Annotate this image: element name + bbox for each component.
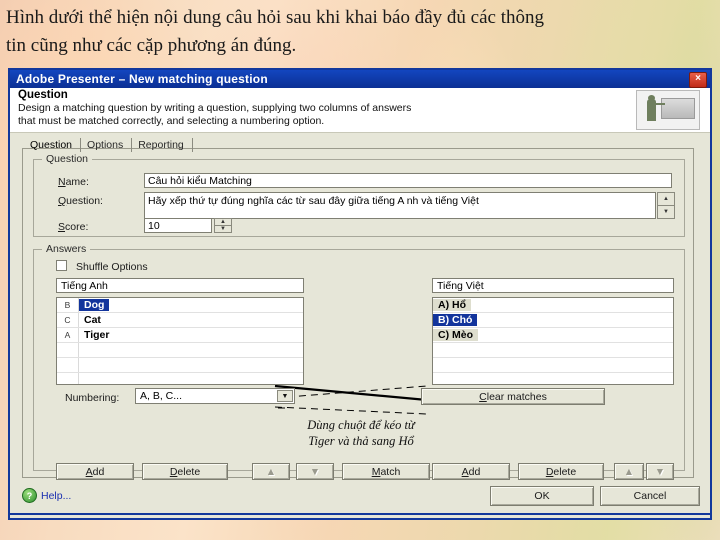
question-group: Question Name: Câu hỏi kiểu Matching Que… bbox=[33, 153, 685, 237]
help-label: Help... bbox=[41, 489, 72, 502]
answers-group: Answers Shuffle Options Tiếng Anh B Dog … bbox=[33, 243, 685, 480]
tab-strip: Question Options Reporting bbox=[24, 136, 193, 152]
drag-instruction-line-2: Tiger và thả sang Hổ bbox=[308, 434, 414, 449]
help-icon: ? bbox=[22, 488, 37, 503]
left-add-button[interactable]: Add bbox=[56, 463, 134, 480]
question-textarea[interactable]: Hãy xếp thứ tự đúng nghĩa các từ sau đây… bbox=[144, 192, 656, 219]
list-item-empty[interactable] bbox=[433, 343, 673, 358]
left-item-prefix: B bbox=[57, 298, 79, 312]
left-answers-list[interactable]: B Dog C Cat A Tiger bbox=[56, 297, 304, 385]
banner-description-line-1: Design a matching question by writing a … bbox=[18, 102, 412, 114]
clear-matches-label: Clear matches bbox=[479, 390, 547, 403]
dialog-banner: Question Design a matching question by w… bbox=[10, 88, 710, 133]
list-item-empty[interactable] bbox=[57, 373, 303, 384]
list-item[interactable]: B) Chó bbox=[433, 313, 673, 328]
banner-title: Question bbox=[18, 89, 68, 101]
score-input[interactable]: 10 bbox=[144, 218, 212, 233]
left-item-label: Dog bbox=[79, 299, 110, 311]
shuffle-options-label: Shuffle Options bbox=[76, 261, 148, 273]
page-title-line-2: tin cũng như các cặp phương án đúng. bbox=[6, 34, 297, 56]
dialog-footer: ? Help... OK Cancel bbox=[10, 480, 710, 518]
right-delete-button[interactable]: Delete bbox=[518, 463, 604, 480]
list-item-empty[interactable] bbox=[57, 343, 303, 358]
tab-reporting[interactable]: Reporting bbox=[132, 138, 193, 152]
numbering-select-value: A, B, C... bbox=[140, 390, 183, 402]
left-delete-button[interactable]: Delete bbox=[142, 463, 228, 480]
numbering-label: Numbering: bbox=[65, 392, 120, 404]
list-item[interactable]: A Tiger bbox=[57, 328, 303, 343]
list-item-empty[interactable] bbox=[433, 358, 673, 373]
banner-description-line-2: that must be matched correctly, and sele… bbox=[18, 115, 325, 128]
right-item-label: A) Hổ bbox=[433, 299, 471, 311]
right-answers-list[interactable]: A) Hổ B) Chó C) Mèo bbox=[432, 297, 674, 385]
name-input[interactable]: Câu hỏi kiểu Matching bbox=[144, 173, 672, 188]
answers-group-legend: Answers bbox=[42, 243, 91, 255]
right-item-label: B) Chó bbox=[433, 314, 478, 326]
right-item-label: C) Mèo bbox=[433, 329, 478, 341]
question-scroll-up-icon[interactable]: ▲ bbox=[658, 193, 674, 206]
right-move-down-button[interactable]: ▼ bbox=[646, 463, 674, 480]
cancel-button[interactable]: Cancel bbox=[600, 486, 700, 506]
left-item-prefix: C bbox=[57, 313, 79, 327]
name-label: Name: bbox=[58, 176, 89, 188]
shuffle-options-checkbox[interactable] bbox=[56, 260, 67, 271]
list-item[interactable]: A) Hổ bbox=[433, 298, 673, 313]
left-item-prefix: A bbox=[57, 328, 79, 342]
left-column-header[interactable]: Tiếng Anh bbox=[56, 278, 304, 293]
presenter-board-icon bbox=[636, 90, 700, 130]
person-arm-shape bbox=[655, 103, 665, 105]
question-tab-panel: Question Name: Câu hỏi kiểu Matching Que… bbox=[22, 148, 694, 480]
numbering-select[interactable]: A, B, C... ▼ bbox=[135, 388, 295, 404]
match-button[interactable]: Match bbox=[342, 463, 430, 480]
tab-question[interactable]: Question bbox=[24, 138, 82, 152]
left-move-up-button[interactable]: ▲ bbox=[252, 463, 290, 480]
score-spinner-down-icon[interactable]: ▼ bbox=[215, 226, 231, 233]
footer-divider bbox=[10, 513, 710, 515]
clear-matches-button[interactable]: Clear matches bbox=[421, 388, 605, 405]
score-label: Score: bbox=[58, 221, 89, 233]
list-item[interactable]: C Cat bbox=[57, 313, 303, 328]
list-item-empty[interactable] bbox=[433, 373, 673, 384]
score-spinner[interactable]: ▲ ▼ bbox=[214, 218, 232, 233]
list-item-empty[interactable] bbox=[57, 358, 303, 373]
left-item-label: Tiger bbox=[84, 329, 110, 341]
question-group-legend: Question bbox=[42, 153, 93, 165]
question-scroll-spinner[interactable]: ▲ ▼ bbox=[657, 192, 675, 219]
dialog-titlebar: Adobe Presenter – New matching question … bbox=[10, 70, 710, 88]
tab-options[interactable]: Options bbox=[81, 138, 133, 152]
page-title-line-1: Hình dưới thể hiện nội dung câu hỏi sau … bbox=[6, 7, 544, 28]
whiteboard-shape bbox=[661, 98, 695, 119]
question-label: Question: bbox=[58, 195, 103, 207]
right-column-header[interactable]: Tiếng Việt bbox=[432, 278, 674, 293]
dialog-title: Adobe Presenter – New matching question bbox=[16, 72, 268, 86]
list-item[interactable]: B Dog bbox=[57, 298, 303, 313]
help-link[interactable]: ? Help... bbox=[22, 488, 71, 503]
chevron-down-icon[interactable]: ▼ bbox=[277, 390, 293, 402]
person-head-shape bbox=[648, 95, 655, 101]
left-item-label: Cat bbox=[84, 314, 101, 326]
question-scroll-down-icon[interactable]: ▼ bbox=[658, 206, 674, 219]
drag-instruction-line-1: Dùng chuột để kéo từ bbox=[307, 418, 415, 432]
drag-instruction-note: Dùng chuột để kéo từ Tiger và thả sang H… bbox=[266, 417, 456, 450]
page-title: Hình dưới thể hiện nội dung câu hỏi sau … bbox=[6, 4, 718, 59]
adobe-presenter-dialog: Adobe Presenter – New matching question … bbox=[8, 68, 712, 520]
ok-button[interactable]: OK bbox=[490, 486, 594, 506]
right-move-up-button[interactable]: ▲ bbox=[614, 463, 644, 480]
right-add-button[interactable]: Add bbox=[432, 463, 510, 480]
left-move-down-button[interactable]: ▼ bbox=[296, 463, 334, 480]
close-icon[interactable]: × bbox=[689, 72, 707, 88]
banner-description: Design a matching question by writing a … bbox=[18, 102, 618, 128]
list-item[interactable]: C) Mèo bbox=[433, 328, 673, 343]
